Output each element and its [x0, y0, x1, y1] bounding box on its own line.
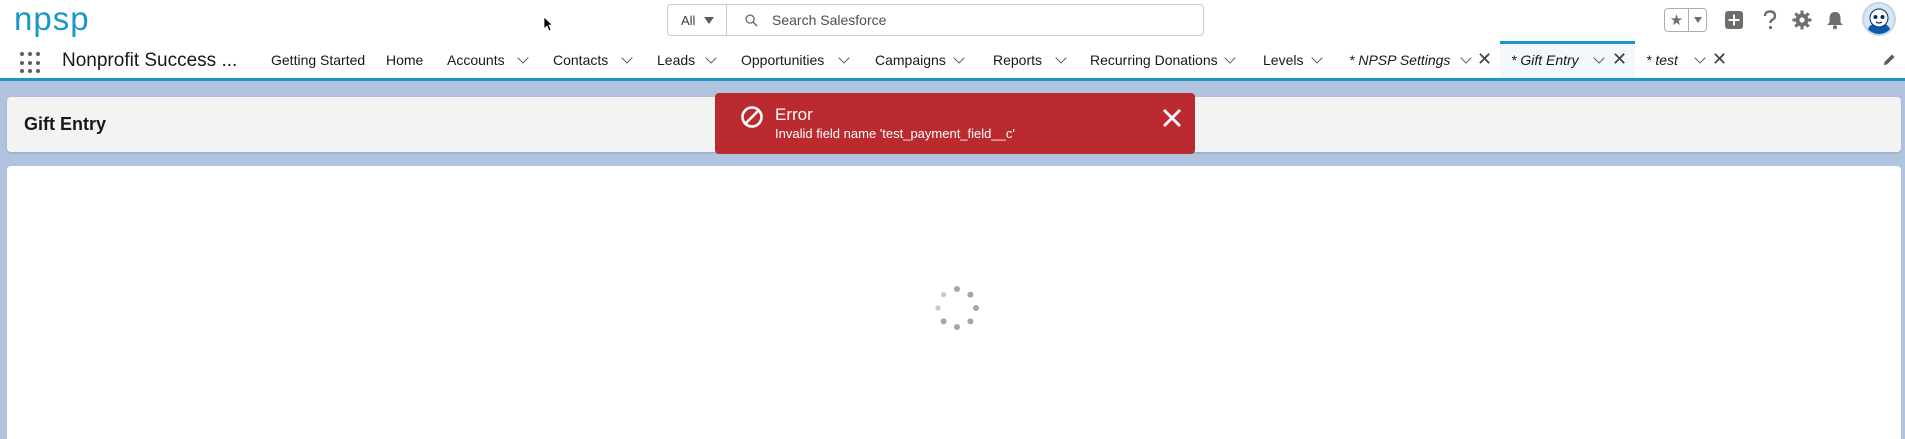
tab-test[interactable]: * test ✕ — [1646, 41, 1727, 78]
tab-label: Home — [386, 51, 424, 68]
tab-getting-started[interactable]: Getting Started — [271, 41, 365, 78]
chevron-down-icon[interactable] — [1055, 51, 1067, 64]
toast-title: Error — [775, 105, 813, 124]
favorite-star-icon[interactable]: ★ — [1665, 9, 1689, 31]
setup-button[interactable] — [1790, 8, 1814, 32]
notifications-button[interactable] — [1823, 8, 1847, 32]
close-icon[interactable] — [1160, 106, 1184, 130]
chevron-down-icon[interactable] — [1224, 51, 1236, 64]
tab-label: Recurring Donations — [1090, 51, 1218, 68]
tab-levels[interactable]: Levels — [1263, 41, 1323, 78]
tab-leads[interactable]: Leads — [657, 41, 717, 78]
error-toast: Error Invalid field name 'test_payment_f… — [715, 93, 1195, 154]
chevron-down-icon[interactable] — [621, 51, 633, 64]
chevron-down-icon[interactable] — [953, 51, 965, 64]
tab-npsp-settings[interactable]: * NPSP Settings ✕ — [1349, 41, 1492, 78]
help-icon — [1763, 10, 1777, 30]
tab-label: Leads — [657, 51, 696, 68]
app-name: Nonprofit Success ... — [62, 50, 238, 71]
toast-message: Invalid field name 'test_payment_field__… — [775, 126, 1015, 141]
caret-down-icon — [704, 16, 715, 24]
chevron-down-icon[interactable] — [1311, 51, 1323, 64]
favorites-group: ★ — [1664, 8, 1707, 32]
chevron-down-icon[interactable] — [1460, 51, 1472, 64]
tab-label: Opportunities — [741, 51, 825, 68]
tab-label: Getting Started — [271, 51, 366, 68]
search-icon — [745, 13, 758, 27]
tab-label: Accounts — [447, 51, 505, 68]
search-scope-select[interactable]: All — [668, 5, 727, 35]
astro-avatar-icon — [1868, 8, 1890, 34]
navigation-bar: Nonprofit Success ... Getting Started Ho… — [0, 41, 1905, 81]
add-icon — [1725, 11, 1743, 29]
page-title: Gift Entry — [24, 114, 107, 134]
tab-label: * NPSP Settings — [1349, 51, 1451, 68]
help-button[interactable] — [1758, 8, 1782, 32]
chevron-down-icon[interactable] — [838, 51, 850, 64]
tab-label: * Gift Entry — [1511, 51, 1579, 68]
close-tab-icon[interactable]: ✕ — [1612, 49, 1627, 70]
edit-nav-icon[interactable] — [1882, 53, 1896, 67]
tab-label: Levels — [1263, 51, 1304, 68]
tab-reports[interactable]: Reports — [993, 41, 1068, 78]
bell-icon — [1827, 12, 1843, 30]
tab-contacts[interactable]: Contacts — [553, 41, 633, 78]
global-actions-button[interactable] — [1722, 8, 1746, 32]
user-avatar[interactable] — [1862, 2, 1896, 36]
tab-recurring-donations[interactable]: Recurring Donations — [1090, 41, 1238, 78]
search-input[interactable] — [772, 12, 1172, 28]
search-scope-label: All — [681, 12, 696, 28]
ban-icon — [741, 106, 763, 128]
tab-home[interactable]: Home — [386, 41, 423, 78]
tab-label: Campaigns — [875, 51, 946, 68]
close-tab-icon[interactable]: ✕ — [1712, 49, 1727, 70]
tab-opportunities[interactable]: Opportunities — [741, 41, 851, 78]
close-tab-icon[interactable]: ✕ — [1477, 49, 1492, 70]
loading-spinner-icon — [935, 286, 979, 330]
favorites-list-button[interactable] — [1689, 9, 1706, 31]
app-launcher-icon[interactable] — [20, 52, 42, 74]
chevron-down-icon[interactable] — [1694, 51, 1706, 64]
mouse-cursor-icon — [543, 16, 553, 32]
tab-gift-entry[interactable]: * Gift Entry ✕ — [1511, 41, 1629, 78]
chevron-down-icon[interactable] — [517, 51, 529, 64]
chevron-down-icon[interactable] — [705, 51, 717, 64]
tab-campaigns[interactable]: Campaigns — [875, 41, 965, 78]
npsp-logo[interactable]: npsp — [14, 0, 90, 38]
tab-label: Contacts — [553, 51, 609, 68]
tab-accounts[interactable]: Accounts — [447, 41, 529, 78]
chevron-down-icon[interactable] — [1593, 51, 1605, 64]
gear-icon — [1792, 10, 1812, 30]
tab-label: Reports — [993, 51, 1043, 68]
global-search: All — [667, 4, 1204, 36]
main-content-card — [7, 166, 1901, 439]
tab-label: * test — [1646, 51, 1678, 68]
global-header: npsp All ★ — [0, 0, 1905, 41]
